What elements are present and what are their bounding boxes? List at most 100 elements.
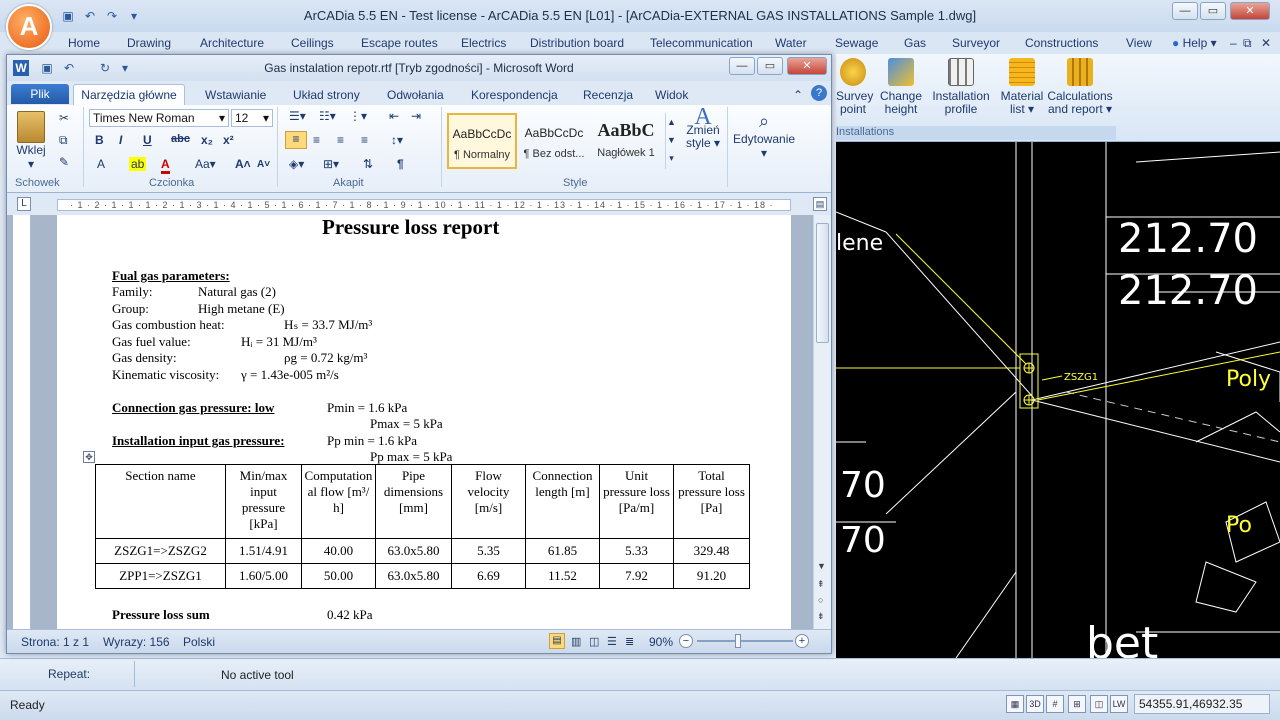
ribbon-restore-icon[interactable]: ⧉ (1243, 36, 1252, 51)
text-effects-icon[interactable]: A (97, 157, 105, 171)
tab-telecommunication[interactable]: Telecommunication (650, 36, 753, 50)
tab-drawing[interactable]: Drawing (127, 36, 171, 50)
installation-profile-button[interactable]: Installation profile (928, 58, 994, 116)
word-minimize-button[interactable]: — (729, 57, 755, 75)
zoom-slider-track[interactable] (697, 640, 793, 642)
page-count[interactable]: Strona: 1 z 1 (21, 635, 89, 649)
calculations-report-button[interactable]: Calculations and report ▾ (1046, 58, 1114, 116)
outline-icon[interactable]: ☰ (607, 635, 617, 648)
tab-architecture[interactable]: Architecture (200, 36, 264, 50)
font-color-icon[interactable]: A (161, 157, 170, 174)
table-move-handle-icon[interactable]: ✥ (83, 451, 95, 463)
tab-escape-routes[interactable]: Escape routes (361, 36, 438, 50)
tab-gas[interactable]: Gas (904, 36, 926, 50)
grid-display-icon[interactable]: ▦ (1006, 695, 1024, 713)
survey-point-button[interactable]: Survey point (836, 58, 873, 116)
vertical-ruler[interactable] (13, 215, 31, 629)
show-formatting-icon[interactable]: ¶ (397, 157, 404, 171)
shading-icon[interactable]: ◈▾ (289, 157, 304, 171)
ortho-icon[interactable]: ⊞ (1068, 695, 1086, 713)
word-count[interactable]: Wyrazy: 156 (103, 635, 170, 649)
highlight-icon[interactable]: ab (129, 157, 147, 171)
word-tab-view[interactable]: Widok (655, 88, 688, 102)
ribbon-minimize-icon[interactable]: – (1230, 36, 1237, 50)
web-layout-icon[interactable]: ◫ (589, 635, 599, 648)
lwt-icon[interactable]: LW (1110, 695, 1128, 713)
app-logo[interactable]: A (6, 4, 52, 50)
italic-button[interactable]: I (119, 133, 122, 147)
tab-distribution-board[interactable]: Distribution board (530, 36, 624, 50)
tab-water[interactable]: Water (775, 36, 807, 50)
reading-mode-icon[interactable]: ▥ (571, 635, 581, 648)
word-help-icon[interactable]: ? (811, 85, 827, 101)
font-name-combo[interactable]: Times New Roman ▾ (89, 109, 229, 127)
word-tab-references[interactable]: Odwołania (387, 88, 444, 102)
tab-electrics[interactable]: Electrics (461, 36, 506, 50)
font-size-combo[interactable]: 12 ▾ (231, 109, 273, 127)
horizontal-ruler[interactable]: · 1 · 2 · 1 · 1 · 1 · 2 · 1 · 3 · 1 · 4 … (57, 199, 791, 211)
undo-icon[interactable]: ↶ (82, 8, 98, 24)
view-ruler-icon[interactable]: ▤ (813, 197, 827, 211)
draft-icon[interactable]: ≣ (625, 635, 634, 648)
word-file-tab[interactable]: Plik (11, 84, 69, 104)
editing-button[interactable]: ⌕ Edytowanie ▾ (733, 111, 795, 160)
help-menu[interactable]: ● Help ▾ (1172, 36, 1217, 50)
bold-button[interactable]: B (95, 133, 104, 147)
shrink-font-icon[interactable]: A˅ (257, 159, 270, 170)
zoom-out-icon[interactable]: − (679, 634, 693, 648)
ribbon-close-icon[interactable]: ✕ (1261, 36, 1271, 50)
increase-indent-icon[interactable]: ⇥ (411, 109, 421, 123)
cad-drawing-canvas[interactable]: 212.70 212.70 lene ZSZG1 Poly Po bet 70 … (836, 142, 1280, 658)
strikethrough-button[interactable]: abc (171, 133, 190, 145)
material-list-button[interactable]: Material list ▾ (998, 58, 1046, 116)
word-tab-mailings[interactable]: Korespondencja (471, 88, 558, 102)
scrollbar-thumb[interactable] (816, 223, 829, 343)
line-spacing-icon[interactable]: ↕▾ (391, 133, 403, 147)
print-layout-icon[interactable]: ▤ (549, 633, 565, 649)
tab-surveyor[interactable]: Surveyor (952, 36, 1000, 50)
app-maximize-button[interactable]: ▭ (1200, 2, 1226, 20)
justify-button[interactable]: ≡ (361, 133, 368, 147)
underline-button[interactable]: U (143, 133, 152, 147)
grow-font-icon[interactable]: A˄ (235, 157, 251, 171)
word-ribbon-collapse-icon[interactable]: ⌃ (793, 88, 803, 102)
zoom-level[interactable]: 90% (649, 635, 673, 649)
tab-view[interactable]: View (1126, 36, 1152, 50)
next-page-icon[interactable]: ⇟ (817, 611, 825, 622)
align-center-button[interactable]: ≡ (313, 133, 320, 147)
prev-page-icon[interactable]: ⇞ (817, 579, 825, 590)
multilevel-list-icon[interactable]: ⋮▾ (349, 109, 367, 123)
superscript-button[interactable]: x² (223, 133, 234, 147)
bullets-icon[interactable]: ☰▾ (289, 109, 306, 123)
app-minimize-button[interactable]: — (1172, 2, 1198, 20)
style-normal[interactable]: AaBbCcDc ¶ Normalny (447, 113, 517, 169)
language[interactable]: Polski (183, 635, 215, 649)
osnap-icon[interactable]: ◫ (1090, 695, 1108, 713)
browse-object-icon[interactable]: ○ (818, 595, 823, 605)
numbering-icon[interactable]: ☷▾ (319, 109, 336, 123)
tab-home[interactable]: Home (68, 36, 100, 50)
vertical-scrollbar[interactable]: ▼ ⇞ ○ ⇟ (813, 215, 831, 629)
style-no-spacing[interactable]: AaBbCcDc ¶ Bez odst... (519, 113, 589, 169)
format-painter-icon[interactable]: ✎ (59, 155, 69, 169)
scroll-down-icon[interactable]: ▼ (817, 561, 826, 571)
zoom-slider-thumb[interactable] (735, 634, 741, 648)
word-tab-layout[interactable]: Układ strony (293, 88, 360, 102)
change-case-icon[interactable]: Aa▾ (195, 157, 216, 171)
tab-sewage[interactable]: Sewage (835, 36, 878, 50)
align-right-button[interactable]: ≡ (337, 133, 344, 147)
change-styles-button[interactable]: A Zmień style ▾ (683, 105, 723, 150)
tab-ceilings[interactable]: Ceilings (291, 36, 334, 50)
3d-view-icon[interactable]: 3D (1026, 695, 1044, 713)
document-page[interactable]: Pressure loss report Fual gas parameters… (57, 215, 791, 629)
word-tab-home[interactable]: Narzędzia główne (73, 84, 185, 105)
style-heading1[interactable]: AaBbC Nagłówek 1 (591, 113, 661, 169)
word-maximize-button[interactable]: ▭ (757, 57, 783, 75)
zoom-in-icon[interactable]: + (795, 634, 809, 648)
customize-qa-icon[interactable]: ▾ (126, 8, 142, 24)
borders-icon[interactable]: ⊞▾ (323, 157, 339, 171)
change-height-button[interactable]: Change height (878, 58, 924, 116)
word-tab-insert[interactable]: Wstawianie (205, 88, 266, 102)
sort-icon[interactable]: ⇅ (363, 157, 373, 171)
copy-icon[interactable]: ⧉ (59, 133, 68, 148)
